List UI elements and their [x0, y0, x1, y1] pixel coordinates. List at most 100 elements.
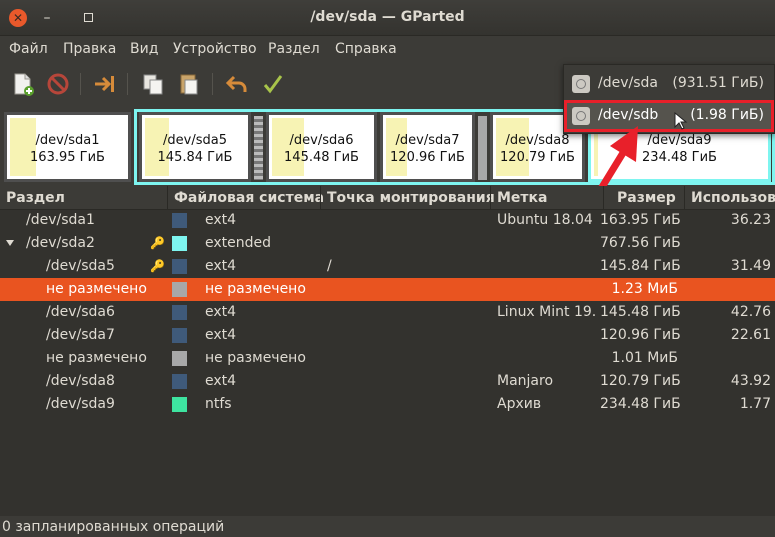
apply-icon[interactable] — [260, 71, 286, 97]
cell-used: 42.76 — [730, 304, 771, 320]
cell-partition: не размечено — [46, 350, 147, 366]
fs-color-swatch — [172, 236, 187, 251]
table-row[interactable]: /dev/sda7 ext4 120.96 ГиБ 22.61 — [0, 324, 775, 347]
fs-color-swatch — [172, 397, 187, 412]
map-label-name: /dev/sda7 — [395, 133, 460, 148]
column-used[interactable]: Использова — [691, 190, 775, 206]
cell-partition: не размечено — [46, 281, 147, 297]
cell-partition: /dev/sda6 — [46, 304, 115, 320]
map-partition-sda1[interactable]: /dev/sda1 163.95 ГиБ — [4, 112, 131, 182]
cell-size: 145.84 ГиБ — [600, 258, 681, 274]
expander-icon[interactable] — [6, 240, 14, 246]
menu-device[interactable]: Устройство — [173, 41, 257, 57]
mouse-cursor-icon — [674, 112, 688, 130]
cell-used: 36.23 — [730, 212, 771, 228]
cell-used: 31.49 — [730, 258, 771, 274]
map-unallocated[interactable] — [254, 116, 263, 180]
map-label-size: 145.48 ГиБ — [284, 150, 359, 165]
device-item-sda[interactable]: /dev/sda (931.51 ГиБ) — [564, 68, 774, 100]
window-title: /dev/sda — GParted — [310, 9, 465, 25]
device-size: (1.98 ГиБ) — [690, 107, 764, 123]
fs-color-swatch — [172, 259, 187, 274]
cell-partition: /dev/sda8 — [46, 373, 115, 389]
map-label-name: /dev/sda8 — [505, 133, 570, 148]
map-partition-sda5[interactable]: /dev/sda5 145.84 ГиБ — [139, 112, 251, 182]
cell-size: 1.23 МиБ — [611, 281, 678, 297]
table-row[interactable]: /dev/sda6 ext4 Linux Mint 19.1 145.48 Ги… — [0, 301, 775, 324]
paste-icon[interactable] — [176, 71, 202, 97]
menu-partition[interactable]: Раздел — [268, 41, 320, 57]
map-partition-sda7[interactable]: /dev/sda7 120.96 ГиБ — [380, 112, 475, 182]
cell-filesystem: extended — [205, 235, 272, 251]
table-row[interactable]: /dev/sda1 ext4 Ubuntu 18.04 163.95 ГиБ 3… — [0, 209, 775, 232]
menu-help[interactable]: Справка — [335, 41, 397, 57]
cell-partition: /dev/sda9 — [46, 396, 115, 412]
title-bar: ✕ – /dev/sda — GParted — [0, 0, 775, 36]
cell-partition: /dev/sda5 — [46, 258, 115, 274]
map-label-size: 145.84 ГиБ — [157, 150, 233, 165]
column-partition[interactable]: Раздел — [6, 190, 65, 206]
resize-move-icon[interactable] — [92, 71, 118, 97]
cell-filesystem: ext4 — [205, 212, 237, 228]
hard-disk-icon — [572, 75, 590, 93]
cell-used: 22.61 — [730, 327, 771, 343]
partition-table: Раздел Файловая система Точка монтирован… — [0, 186, 775, 516]
cell-size: 234.48 ГиБ — [600, 396, 681, 412]
fs-color-swatch — [172, 374, 187, 389]
map-label-size: 120.96 ГиБ — [390, 150, 465, 165]
status-bar: 0 запланированных операций — [0, 517, 775, 537]
cell-size: 145.48 ГиБ — [600, 304, 681, 320]
table-header: Раздел Файловая система Точка монтирован… — [0, 186, 775, 210]
column-mountpoint[interactable]: Точка монтирования — [327, 190, 495, 206]
column-size[interactable]: Размер — [617, 190, 676, 206]
table-row[interactable]: /dev/sda5 🔑 ext4 / 145.84 ГиБ 31.49 — [0, 255, 775, 278]
table-row[interactable]: /dev/sda9 ntfs Архив 234.48 ГиБ 1.77 — [0, 393, 775, 416]
table-row[interactable]: не размечено не размечено 1.01 МиБ — [0, 347, 775, 370]
cell-label: Ubuntu 18.04 — [497, 212, 593, 228]
cell-size: 120.96 ГиБ — [600, 327, 681, 343]
cell-mountpoint: / — [327, 258, 332, 274]
cell-filesystem: ntfs — [205, 396, 232, 412]
map-unallocated[interactable] — [478, 116, 487, 180]
cell-size: 767.56 ГиБ — [600, 235, 681, 251]
delete-icon[interactable] — [45, 71, 71, 97]
cell-partition: /dev/sda2 — [26, 235, 95, 251]
key-icon: 🔑 — [150, 236, 165, 250]
new-icon[interactable] — [10, 71, 36, 97]
map-label-name: /dev/sda5 — [163, 133, 227, 148]
copy-icon[interactable] — [140, 71, 166, 97]
undo-icon[interactable] — [224, 71, 250, 97]
map-label-name: /dev/sda6 — [289, 133, 354, 148]
cell-partition: /dev/sda1 — [26, 212, 95, 228]
cell-label: Linux Mint 19.1 — [497, 304, 597, 320]
column-filesystem[interactable]: Файловая система — [174, 190, 324, 206]
map-label-size: 120.79 ГиБ — [500, 150, 575, 165]
fs-color-swatch — [172, 213, 187, 228]
map-label-size: 163.95 ГиБ — [30, 150, 105, 165]
menu-view[interactable]: Вид — [130, 41, 158, 57]
cell-filesystem: ext4 — [205, 373, 237, 389]
fs-color-swatch — [172, 328, 187, 343]
fs-color-swatch — [172, 282, 187, 297]
menu-edit[interactable]: Правка — [63, 41, 116, 57]
device-size: (931.51 ГиБ) — [672, 75, 764, 91]
cell-filesystem: ext4 — [205, 327, 237, 343]
fs-color-swatch — [172, 351, 187, 366]
map-partition-sda6[interactable]: /dev/sda6 145.48 ГиБ — [266, 112, 377, 182]
cell-used: 43.92 — [730, 373, 771, 389]
column-label[interactable]: Метка — [497, 190, 548, 206]
table-row[interactable]: /dev/sda8 ext4 Manjaro 120.79 ГиБ 43.92 — [0, 370, 775, 393]
status-text: 0 запланированных операций — [2, 519, 225, 535]
cell-size: 1.01 МиБ — [611, 350, 678, 366]
fs-color-swatch — [172, 305, 187, 320]
cell-size: 120.79 ГиБ — [600, 373, 681, 389]
cell-used: 1.77 — [739, 396, 771, 412]
device-name: /dev/sda — [598, 75, 658, 91]
cell-size: 163.95 ГиБ — [600, 212, 681, 228]
menu-file[interactable]: Файл — [9, 41, 48, 57]
cell-partition: /dev/sda7 — [46, 327, 115, 343]
table-row-selected[interactable]: не размечено не размечено 1.23 МиБ — [0, 278, 775, 301]
cell-filesystem: не размечено — [205, 350, 306, 366]
table-row[interactable]: /dev/sda2 🔑 extended 767.56 ГиБ — [0, 232, 775, 255]
map-label-name: /dev/sda1 — [35, 133, 100, 148]
